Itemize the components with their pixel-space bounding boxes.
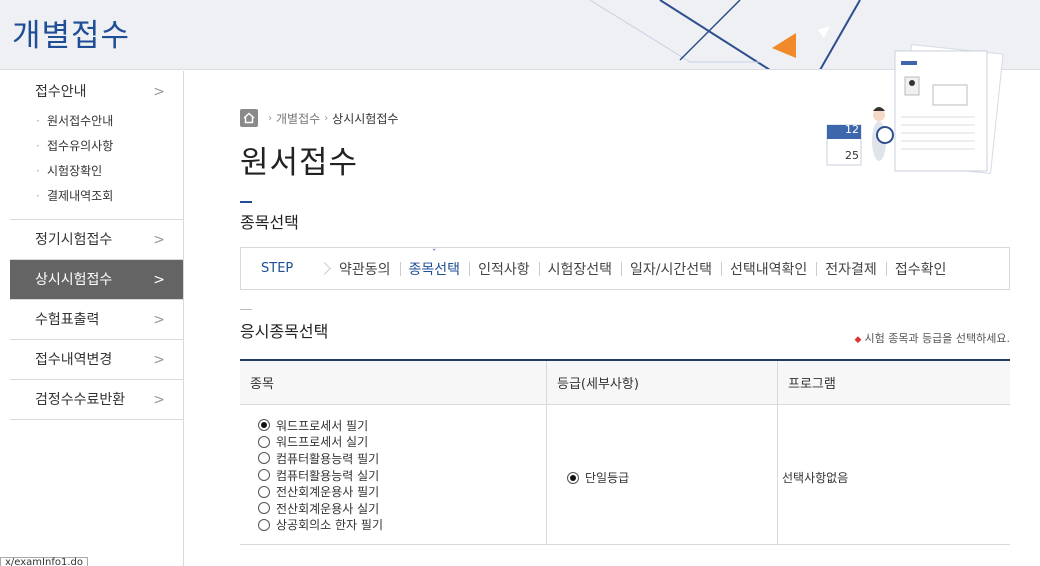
sidebar-item-label: 정기시험접수 — [35, 232, 113, 248]
page-title: 원서접수 — [240, 145, 359, 181]
subject-option[interactable]: 워드프로세서 필기 — [258, 417, 546, 434]
step-item: 일자/시간선택 — [621, 259, 721, 279]
program-value: 선택사항없음 — [782, 471, 849, 485]
chevron-right-icon: > — [153, 232, 165, 248]
chevron-right-icon: > — [153, 352, 165, 368]
subsection-accent-bar — [240, 309, 252, 310]
home-icon[interactable] — [240, 109, 258, 127]
column-header-program: 프로그램 — [788, 377, 836, 392]
subject-option[interactable]: 전산회계운용사 필기 — [258, 483, 546, 500]
illustration — [826, 43, 1004, 175]
step-item: 접수확인 — [885, 259, 956, 279]
subject-radio-group: 워드프로세서 필기 워드프로세서 실기 컴퓨터활용능력 필기 컴퓨터활용능력 실… — [240, 405, 546, 533]
radio-button[interactable] — [258, 419, 270, 432]
sidebar-sub-item[interactable]: 시험장확인 — [36, 159, 183, 184]
subject-option-label: 컴퓨터활용능력 필기 — [276, 451, 380, 466]
breadcrumb-item[interactable]: 개별접수 — [276, 110, 320, 127]
step-item-current: ˇ 종목선택 — [399, 249, 470, 279]
subject-option[interactable]: 컴퓨터활용능력 필기 — [258, 450, 546, 467]
subject-table: 종목 등급(세부사항) 프로그램 워드프로세서 필기 워드프로세서 실기 컴퓨터… — [240, 359, 1010, 545]
calendar-day-bottom: 25 — [845, 149, 859, 162]
sidebar-item-regular[interactable]: 정기시험접수 > — [10, 220, 183, 260]
section-title: 종목선택 — [240, 213, 299, 232]
step-label: STEP — [241, 248, 325, 289]
sidebar-section-guide: 접수안내 > 원서접수안내 접수유의사항 시험장확인 결제내역조회 — [10, 71, 183, 220]
sidebar-item-guide[interactable]: 접수안내 > — [10, 81, 183, 103]
subject-option[interactable]: 컴퓨터활용능력 실기 — [258, 467, 546, 484]
step-item: 전자결제 — [816, 259, 886, 279]
subject-option-label: 워드프로세서 필기 — [276, 418, 369, 433]
subject-option[interactable]: 워드프로세서 실기 — [258, 434, 546, 451]
subject-option-label: 컴퓨터활용능력 실기 — [276, 468, 380, 483]
browser-status-bar: x/examInfo1.do — [0, 557, 88, 566]
sidebar-sub-item[interactable]: 원서접수안내 — [36, 109, 183, 134]
step-item-label: 종목선택 — [408, 261, 461, 278]
chevron-right-icon: > — [153, 392, 165, 408]
chevron-right-icon: > — [153, 272, 165, 288]
subject-option-label: 전산회계운용사 실기 — [276, 501, 380, 516]
grade-cell: 단일등급 — [547, 405, 778, 545]
step-item: 시험장선택 — [538, 259, 621, 279]
grade-option-label: 단일등급 — [585, 471, 630, 485]
program-cell: 선택사항없음 — [778, 405, 1010, 545]
sidebar-sub-list: 원서접수안내 접수유의사항 시험장확인 결제내역조회 — [10, 109, 183, 209]
diamond-bullet-icon: ◆ — [854, 335, 862, 345]
radio-button[interactable] — [258, 469, 270, 482]
breadcrumb: › 개별접수 › 상시시험접수 — [240, 109, 398, 127]
table-header: 종목 등급(세부사항) 프로그램 — [240, 361, 1010, 405]
breadcrumb-current: 상시시험접수 — [332, 111, 399, 126]
main-content: 12 25 › 개별접수 › 상시시험접수 원서접수 종목선택 STEP 약관동… — [185, 43, 1040, 566]
sidebar-item-label: 검정수수료반환 — [35, 392, 126, 408]
sidebar-item-change[interactable]: 접수내역변경 > — [10, 340, 183, 380]
column-header-grade: 등급(세부사항) — [547, 361, 778, 404]
breadcrumb-separator-icon: › — [268, 112, 272, 124]
sidebar-item-anytime[interactable]: 상시시험접수 > — [10, 260, 183, 300]
subject-option-label: 상공회의소 한자 필기 — [276, 518, 383, 533]
subject-option[interactable]: 전산회계운용사 실기 — [258, 500, 546, 517]
radio-button[interactable] — [258, 502, 270, 515]
subject-cell: 워드프로세서 필기 워드프로세서 실기 컴퓨터활용능력 필기 컴퓨터활용능력 실… — [240, 405, 547, 545]
chevron-right-icon: > — [153, 84, 165, 100]
radio-button[interactable] — [567, 471, 579, 484]
chevron-right-icon: > — [153, 312, 165, 328]
step-indicator: STEP 약관동의 ˇ 종목선택 인적사항 시험장선택 일자/시간선택 선택내역… — [240, 247, 1010, 290]
sidebar-item-label: 수험표출력 — [35, 312, 100, 328]
breadcrumb-separator-icon: › — [324, 112, 329, 124]
sidebar-item-ticket[interactable]: 수험표출력 > — [10, 300, 183, 340]
sidebar-item-label: 접수안내 — [35, 84, 87, 100]
calendar-day-top: 12 — [845, 123, 859, 136]
subject-option-label: 워드프로세서 실기 — [276, 435, 369, 450]
subject-option-label: 전산회계운용사 필기 — [276, 485, 380, 500]
column-header-subject: 종목 — [240, 361, 547, 404]
table-row: 워드프로세서 필기 워드프로세서 실기 컴퓨터활용능력 필기 컴퓨터활용능력 실… — [240, 405, 1010, 545]
sidebar-item-label: 상시시험접수 — [35, 272, 113, 288]
radio-button[interactable] — [258, 452, 270, 465]
instruction-note-text: 시험 종목과 등급을 선택하세요. — [864, 332, 1010, 345]
step-item: 인적사항 — [469, 259, 539, 279]
sidebar-sub-item[interactable]: 접수유의사항 — [36, 134, 183, 159]
instruction-note: ◆ 시험 종목과 등급을 선택하세요. — [855, 330, 1010, 346]
radio-button[interactable] — [258, 518, 270, 531]
title-accent-bar — [240, 201, 252, 203]
radio-button[interactable] — [258, 435, 270, 448]
step-item: 선택내역확인 — [721, 259, 816, 279]
radio-button[interactable] — [258, 485, 270, 498]
step-item: 약관동의 — [339, 261, 391, 278]
sidebar-item-refund[interactable]: 검정수수료반환 > — [10, 380, 183, 420]
grade-option[interactable]: 단일등급 — [567, 469, 629, 486]
sidebar-sub-item[interactable]: 결제내역조회 — [36, 184, 183, 209]
subject-option[interactable]: 상공회의소 한자 필기 — [258, 517, 546, 534]
current-step-marker-icon: ˇ — [432, 248, 437, 259]
subsection-title: 응시종목선택 — [240, 322, 329, 341]
sidebar-item-label: 접수내역변경 — [35, 352, 113, 368]
sidebar: 접수안내 > 원서접수안내 접수유의사항 시험장확인 결제내역조회 정기시험접수… — [10, 71, 184, 566]
header-title: 개별접수 — [12, 18, 131, 54]
